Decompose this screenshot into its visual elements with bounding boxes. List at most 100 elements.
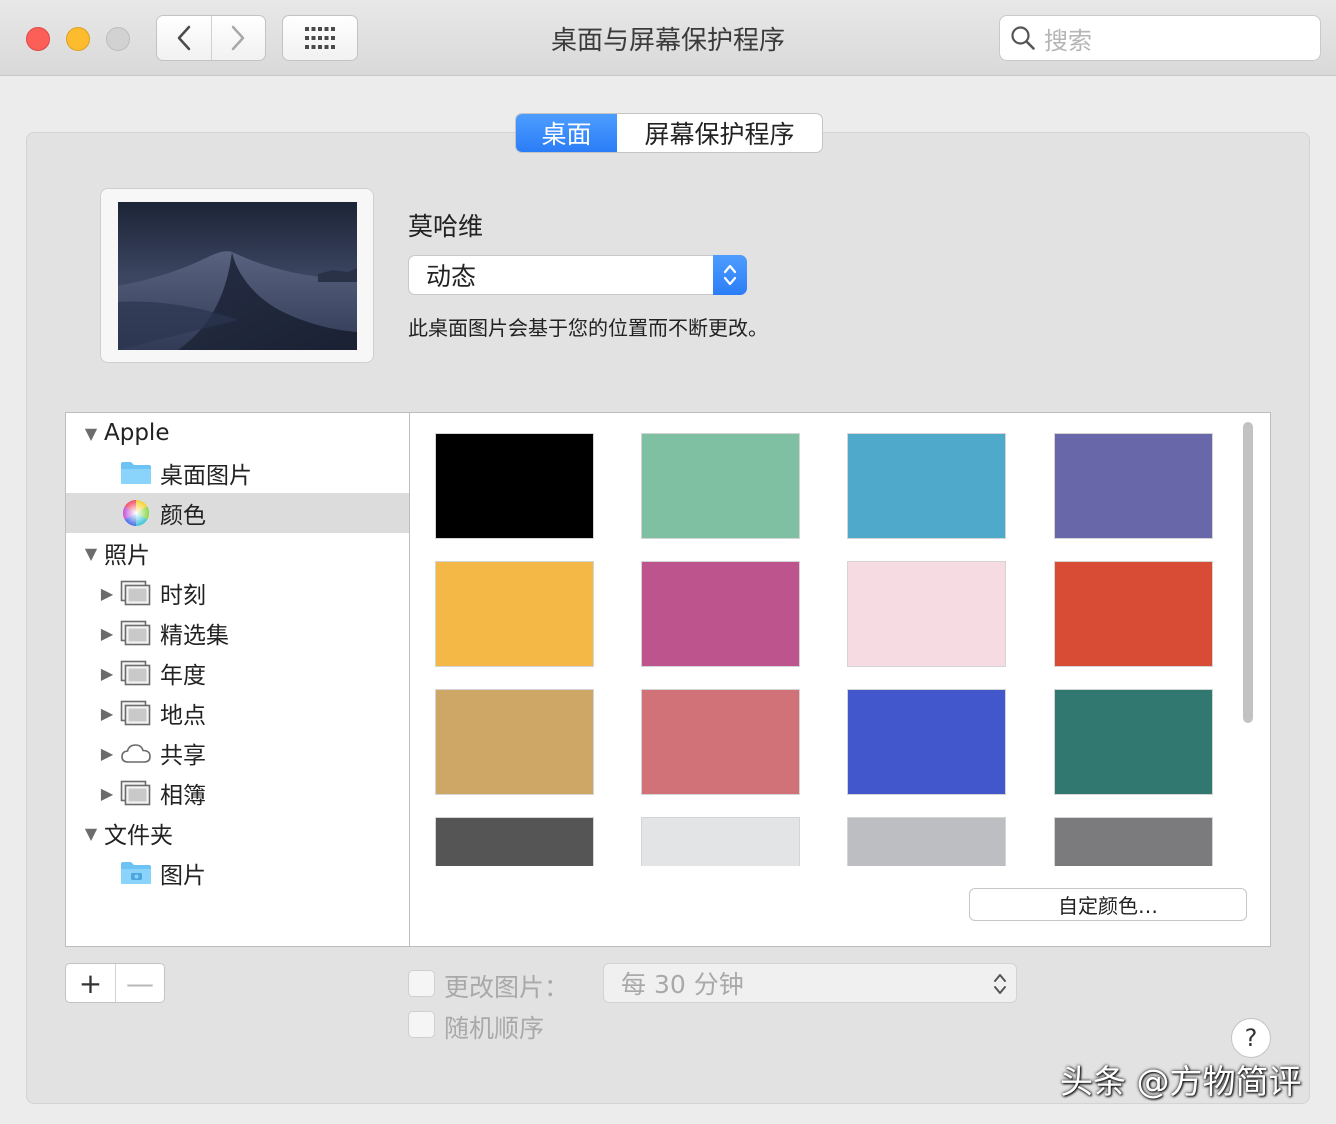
wallpaper-preview	[100, 188, 374, 363]
minimize-window-button[interactable]	[66, 27, 90, 51]
color-grid	[410, 413, 1238, 866]
zoom-window-button[interactable]	[106, 27, 130, 51]
color-swatch[interactable]	[435, 433, 594, 539]
vertical-scrollbar[interactable]	[1240, 419, 1256, 865]
sidebar-item[interactable]: ▼ 文件夹	[66, 813, 409, 853]
grid-icon	[305, 27, 335, 49]
sidebar-item-label: 精选集	[160, 623, 229, 649]
up-down-arrows-icon	[994, 974, 1006, 994]
show-all-button[interactable]	[282, 15, 358, 61]
photo-stack-icon	[120, 660, 152, 686]
color-swatch[interactable]	[1054, 561, 1213, 667]
photo-stack-icon	[120, 780, 152, 806]
search-placeholder: 搜索	[1044, 26, 1092, 55]
color-swatch[interactable]	[1054, 433, 1213, 539]
custom-color-button[interactable]: 自定颜色…	[969, 888, 1247, 921]
color-swatch[interactable]	[641, 561, 800, 667]
wallpaper-mode-popup[interactable]: 动态	[408, 255, 747, 295]
color-swatch[interactable]	[435, 561, 594, 667]
color-swatch[interactable]	[847, 561, 1006, 667]
color-swatch[interactable]	[435, 817, 594, 866]
color-swatch[interactable]	[435, 689, 594, 795]
add-remove-control: + —	[65, 963, 165, 1003]
wallpaper-name: 莫哈维	[408, 212, 484, 241]
sidebar-item[interactable]: ▶ 共享	[66, 733, 409, 773]
disclosure-collapsed-icon[interactable]: ▶	[98, 584, 116, 603]
forward-button[interactable]	[210, 16, 265, 60]
title-bar: 桌面与屏幕保护程序 搜索	[0, 0, 1336, 76]
disclosure-collapsed-icon[interactable]: ▶	[98, 664, 116, 683]
window-title: 桌面与屏幕保护程序	[550, 26, 785, 56]
wallpaper-description: 此桌面图片会基于您的位置而不断更改。	[408, 316, 768, 340]
random-order-checkbox[interactable]	[408, 1011, 435, 1038]
photo-stack-icon	[120, 700, 152, 726]
pictures-folder-icon	[120, 860, 152, 886]
tab-desktop[interactable]: 桌面	[516, 114, 617, 152]
random-order-label: 随机顺序	[444, 1014, 545, 1043]
folder-icon	[120, 460, 152, 486]
disclosure-collapsed-icon[interactable]: ▶	[98, 624, 116, 643]
sidebar-item-label: Apple	[104, 420, 170, 446]
remove-folder-button[interactable]: —	[114, 964, 164, 1002]
sidebar-item-label: 年度	[160, 663, 206, 689]
change-picture-label: 更改图片：	[444, 973, 570, 1002]
change-interval-value: 每 30 分钟	[621, 970, 744, 999]
disclosure-collapsed-icon[interactable]: ▶	[98, 784, 116, 803]
color-grid-pane: 自定颜色…	[410, 412, 1271, 947]
tab-bar: 桌面 屏幕保护程序	[515, 113, 823, 153]
help-button[interactable]: ?	[1231, 1018, 1271, 1058]
disclosure-collapsed-icon[interactable]: ▶	[98, 704, 116, 723]
sidebar-item-label: 相簿	[160, 783, 206, 809]
photo-stack-icon	[120, 580, 152, 606]
photo-stack-icon	[120, 620, 152, 646]
color-swatch[interactable]	[641, 433, 800, 539]
change-interval-popup[interactable]: 每 30 分钟	[603, 963, 1017, 1003]
add-folder-button[interactable]: +	[66, 964, 115, 1002]
cloud-icon	[120, 740, 152, 766]
sidebar-item[interactable]: 颜色	[66, 493, 409, 533]
sidebar-item[interactable]: ▶ 地点	[66, 693, 409, 733]
sidebar-item[interactable]: 图片	[66, 853, 409, 893]
color-swatch[interactable]	[1054, 689, 1213, 795]
sidebar-item-label: 文件夹	[104, 823, 173, 849]
search-icon	[1011, 26, 1035, 50]
sidebar-item[interactable]: 桌面图片	[66, 453, 409, 493]
color-wheel-icon	[120, 499, 152, 527]
scrollbar-thumb[interactable]	[1243, 422, 1253, 723]
disclosure-expanded-icon[interactable]: ▼	[82, 544, 100, 563]
sidebar-item-label: 地点	[160, 703, 206, 729]
sidebar-item-label: 图片	[160, 863, 206, 889]
search-field[interactable]: 搜索	[999, 15, 1321, 61]
color-swatch[interactable]	[847, 817, 1006, 866]
color-swatch[interactable]	[847, 689, 1006, 795]
watermark: 头条 @方物简评	[1060, 1062, 1302, 1101]
back-button[interactable]	[157, 16, 211, 60]
chevron-right-icon	[232, 25, 245, 51]
color-swatch[interactable]	[847, 433, 1006, 539]
disclosure-collapsed-icon[interactable]: ▶	[98, 744, 116, 763]
mojave-dune-image	[118, 202, 357, 350]
close-window-button[interactable]	[26, 27, 50, 51]
sidebar-item[interactable]: ▶ 年度	[66, 653, 409, 693]
sidebar-item[interactable]: ▶ 精选集	[66, 613, 409, 653]
navigation-buttons	[156, 15, 266, 61]
color-swatch[interactable]	[1054, 817, 1213, 866]
disclosure-expanded-icon[interactable]: ▼	[82, 424, 100, 443]
up-down-arrows-icon	[713, 255, 747, 295]
tab-screen-saver[interactable]: 屏幕保护程序	[617, 114, 822, 152]
sidebar-item-label: 颜色	[160, 503, 206, 529]
sidebar-item[interactable]: ▶ 时刻	[66, 573, 409, 613]
sidebar-item-label: 共享	[160, 743, 206, 769]
change-picture-checkbox[interactable]	[408, 970, 435, 997]
chevron-left-icon	[177, 25, 191, 51]
color-swatch[interactable]	[641, 817, 800, 866]
disclosure-expanded-icon[interactable]: ▼	[82, 824, 100, 843]
sidebar-item[interactable]: ▶ 相簿	[66, 773, 409, 813]
source-list: ▼ Apple 桌面图片 颜色 ▼ 照片 ▶ 时刻 ▶ 精选集 ▶ 年度 ▶ 地点 ▶ 共享 ▶ 相簿 ▼ 文件夹 图片	[65, 412, 410, 947]
sidebar-item[interactable]: ▼ 照片	[66, 533, 409, 573]
color-swatch[interactable]	[641, 689, 800, 795]
sidebar-item-label: 桌面图片	[160, 463, 252, 489]
sidebar-item-label: 照片	[104, 543, 150, 569]
wallpaper-mode-value: 动态	[426, 262, 477, 291]
sidebar-item[interactable]: ▼ Apple	[66, 413, 409, 453]
